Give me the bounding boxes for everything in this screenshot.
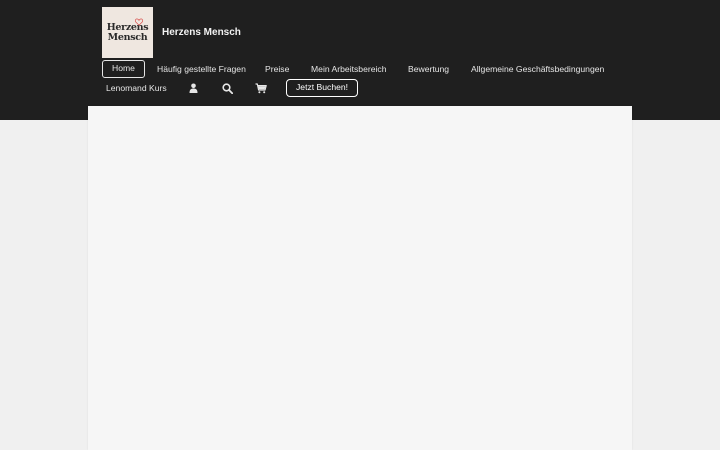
- main-content: [88, 106, 632, 450]
- nav-item-terms[interactable]: Allgemeine Geschäftsbedingungen: [471, 60, 604, 78]
- cart-icon[interactable]: [254, 81, 268, 95]
- nav-item-workspace[interactable]: Mein Arbeitsbereich: [311, 60, 386, 78]
- site-logo[interactable]: Herzens Mensch: [102, 7, 153, 58]
- user-icon[interactable]: [186, 81, 200, 95]
- nav-item-faq[interactable]: Häufig gestellte Fragen: [157, 60, 246, 78]
- search-icon[interactable]: [220, 81, 234, 95]
- nav-item-prices[interactable]: Preise: [265, 60, 289, 78]
- heart-icon: [135, 18, 143, 26]
- logo-text-line2: Mensch: [107, 31, 148, 43]
- book-now-button[interactable]: Jetzt Buchen!: [286, 79, 359, 97]
- nav-item-reviews[interactable]: Bewertung: [408, 60, 449, 78]
- nav-item-course[interactable]: Lenomand Kurs: [106, 79, 167, 97]
- site-header: Herzens Mensch Herzens Mensch Home Häufi…: [0, 0, 720, 120]
- site-title[interactable]: Herzens Mensch: [162, 27, 241, 38]
- nav-item-home[interactable]: Home: [102, 60, 145, 78]
